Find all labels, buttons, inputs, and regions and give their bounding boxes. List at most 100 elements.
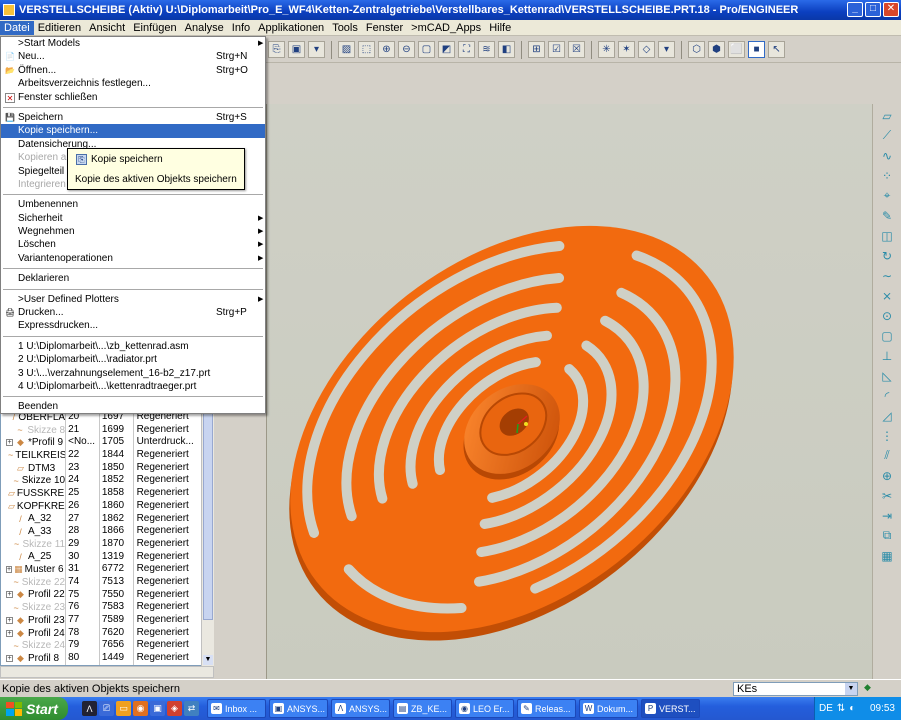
minimize-button[interactable]: _: [847, 2, 863, 17]
tree-row[interactable]: + ◆ Profil 24 78 7620 Regeneriert: [1, 626, 213, 640]
tree-row[interactable]: ~ Skizze 8 21 1699 Regeneriert: [1, 423, 213, 437]
menu-item-beenden[interactable]: Beenden: [1, 400, 265, 413]
revolve-icon[interactable]: ↻: [879, 247, 896, 264]
menu-item-speichern[interactable]: 💾 Speichern Strg+S: [1, 111, 265, 124]
menu-einfuegen[interactable]: Einfügen: [129, 21, 180, 35]
toolbar-find-icon[interactable]: ▣: [288, 41, 305, 58]
expand-icon[interactable]: +: [6, 616, 13, 624]
merge-icon[interactable]: ⊕: [879, 467, 896, 484]
toolbar-shading-icon[interactable]: ■: [748, 41, 765, 58]
menu-tools[interactable]: Tools: [328, 21, 362, 35]
tree-row[interactable]: / A_33 28 1866 Regeneriert: [1, 525, 213, 538]
toolbar-datum-planes-icon[interactable]: ✳: [598, 41, 615, 58]
coordinate-system-tool-icon[interactable]: ⌖: [879, 187, 896, 204]
menu-item-variantenoperationen[interactable]: Variantenoperationen ▶: [1, 252, 265, 265]
menu-hilfe[interactable]: Hilfe: [485, 21, 515, 35]
volume-icon[interactable]: ◐: [849, 703, 855, 714]
filter-dropdown[interactable]: KEs ▼: [733, 682, 858, 696]
toolbar-wireframe-icon[interactable]: ⬡: [688, 41, 705, 58]
menu-ansicht[interactable]: Ansicht: [85, 21, 129, 35]
menu-item-oeffnen[interactable]: 📂 Öffnen... Strg+O: [1, 64, 265, 77]
tree-row[interactable]: + ◆ Profil 23 77 7589 Regeneriert: [1, 614, 213, 627]
language-indicator[interactable]: DE: [819, 703, 833, 714]
toolbar-view-icon[interactable]: ◩: [438, 41, 455, 58]
network-icon[interactable]: ⇅: [837, 703, 845, 714]
trim-icon[interactable]: ✂: [879, 487, 896, 504]
menu-item-recent-1[interactable]: 1 U:\Diplomarbeit\...\zb_kettenrad.asm: [1, 340, 265, 353]
draft-icon[interactable]: ◺: [879, 367, 896, 384]
thicken-icon[interactable]: ▦: [879, 547, 896, 564]
menu-info[interactable]: Info: [228, 21, 254, 35]
tree-row[interactable]: ▱FUSSKREIS251858Regeneriert: [1, 487, 213, 500]
app-quicklaunch-icon[interactable]: ◈: [167, 701, 182, 716]
menu-item-user-plotters[interactable]: >User Defined Plotters ▶: [1, 293, 265, 306]
task-verstellscheibe[interactable]: P VERST...: [641, 699, 700, 718]
menu-item-kopie-speichern[interactable]: Kopie speichern...: [1, 124, 265, 138]
ansys-quicklaunch-icon[interactable]: Λ: [82, 701, 97, 716]
explorer-quicklaunch-icon[interactable]: ⎚: [99, 701, 114, 716]
graphics-viewport[interactable]: [266, 104, 872, 679]
toolbar-saved-views-icon[interactable]: ⛶: [458, 41, 475, 58]
maximize-button[interactable]: □: [865, 2, 881, 17]
scrollbar-thumb[interactable]: [203, 410, 213, 620]
toolbar-datum-axes-icon[interactable]: ✶: [618, 41, 635, 58]
mirror-icon[interactable]: ⫽: [879, 447, 896, 464]
tree-row[interactable]: ▱ DTM3 23 1850 Regeneriert: [1, 461, 213, 475]
scroll-down-icon[interactable]: ▼: [203, 655, 213, 665]
menu-analyse[interactable]: Analyse: [181, 21, 228, 35]
menu-item-fenster-schliessen[interactable]: ✕ Fenster schließen: [1, 91, 265, 104]
hole-icon[interactable]: ⊙: [879, 307, 896, 324]
toolbar-datum-points-icon[interactable]: ◇: [638, 41, 655, 58]
tree-scrollbar[interactable]: ▼: [201, 410, 214, 666]
shell-icon[interactable]: ▢: [879, 327, 896, 344]
menu-item-recent-2[interactable]: 2 U:\Diplomarbeit\...\radiator.prt: [1, 353, 265, 366]
menu-item-wegnehmen[interactable]: Wegnehmen ▶: [1, 225, 265, 238]
menu-item-arbeitsverzeichnis[interactable]: Arbeitsverzeichnis festlegen...: [1, 77, 265, 90]
chevron-down-icon[interactable]: ▼: [845, 683, 857, 695]
expand-icon[interactable]: +: [6, 591, 13, 599]
toolbar-zoom-in-icon[interactable]: ⊕: [378, 41, 395, 58]
menu-item-deklarieren[interactable]: Deklarieren: [1, 272, 265, 285]
firefox-quicklaunch-icon[interactable]: ◉: [133, 701, 148, 716]
tree-row[interactable]: + ◆ *Profil 9 <No... 1705 Unterdruck...: [1, 436, 213, 450]
menu-item-loeschen[interactable]: Löschen ▶: [1, 238, 265, 251]
tree-row[interactable]: / A_32 27 1862 Regeneriert: [1, 512, 213, 526]
menu-editieren[interactable]: Editieren: [34, 21, 85, 35]
round-icon[interactable]: ◜: [879, 387, 896, 404]
menu-datei[interactable]: Datei: [0, 20, 34, 35]
menu-item-recent-4[interactable]: 4 U:\Diplomarbeit\...\kettenradtraeger.p…: [1, 380, 265, 393]
tree-row[interactable]: ~ Skizze 10 24 1852 Regeneriert: [1, 474, 213, 488]
menu-item-umbenennen[interactable]: Umbenennen: [1, 198, 265, 211]
menu-mcad-apps[interactable]: >mCAD_Apps: [407, 21, 485, 35]
tree-row[interactable]: ~ Skizze 11 29 1870 Regeneriert: [1, 537, 213, 551]
menu-item-neu[interactable]: 📄 Neu... Strg+N: [1, 50, 265, 63]
toolbar-checkbox-icon[interactable]: ☑: [548, 41, 565, 58]
toolbar-chevron-icon[interactable]: ▾: [308, 41, 325, 58]
blend-icon[interactable]: ⨯: [879, 287, 896, 304]
toolbar-appearance-icon[interactable]: ◧: [498, 41, 515, 58]
datum-axis-icon[interactable]: ⟋: [879, 127, 896, 144]
menu-item-recent-3[interactable]: 3 U:\...\verzahnungselement_16-b2_z17.pr…: [1, 367, 265, 380]
offset-icon[interactable]: ⧉: [879, 527, 896, 544]
desktop-quicklaunch-icon[interactable]: ▣: [150, 701, 165, 716]
tree-horizontal-scrollbar[interactable]: [0, 666, 214, 678]
toolbar-cancel-icon[interactable]: ☒: [568, 41, 585, 58]
expand-icon[interactable]: +: [6, 566, 13, 574]
toolbar-model-tree-icon[interactable]: ⊞: [528, 41, 545, 58]
toolbar-zoom-out-icon[interactable]: ⊖: [398, 41, 415, 58]
start-button[interactable]: Start: [0, 697, 68, 720]
task-ansys-2[interactable]: Λ ANSYS...: [331, 699, 390, 718]
folder-quicklaunch-icon[interactable]: ▭: [116, 701, 131, 716]
extend-icon[interactable]: ⇥: [879, 507, 896, 524]
toolbar-orient-icon[interactable]: ⬚: [358, 41, 375, 58]
expand-icon[interactable]: +: [6, 654, 13, 662]
menu-item-start-models[interactable]: >Start Models ▶: [1, 37, 265, 50]
menu-item-sicherheit[interactable]: Sicherheit ▶: [1, 212, 265, 225]
sketch-icon[interactable]: ✎: [879, 207, 896, 224]
sweep-icon[interactable]: ∼: [879, 267, 896, 284]
toolbar-layers-icon[interactable]: ≋: [478, 41, 495, 58]
tree-row[interactable]: ~ Skizze 23 76 7583 Regeneriert: [1, 601, 213, 614]
menu-fenster[interactable]: Fenster: [362, 21, 407, 35]
toolbar-hidden-icon[interactable]: ⬢: [708, 41, 725, 58]
tree-row[interactable]: / A_25 30 1319 Regeneriert: [1, 550, 213, 564]
